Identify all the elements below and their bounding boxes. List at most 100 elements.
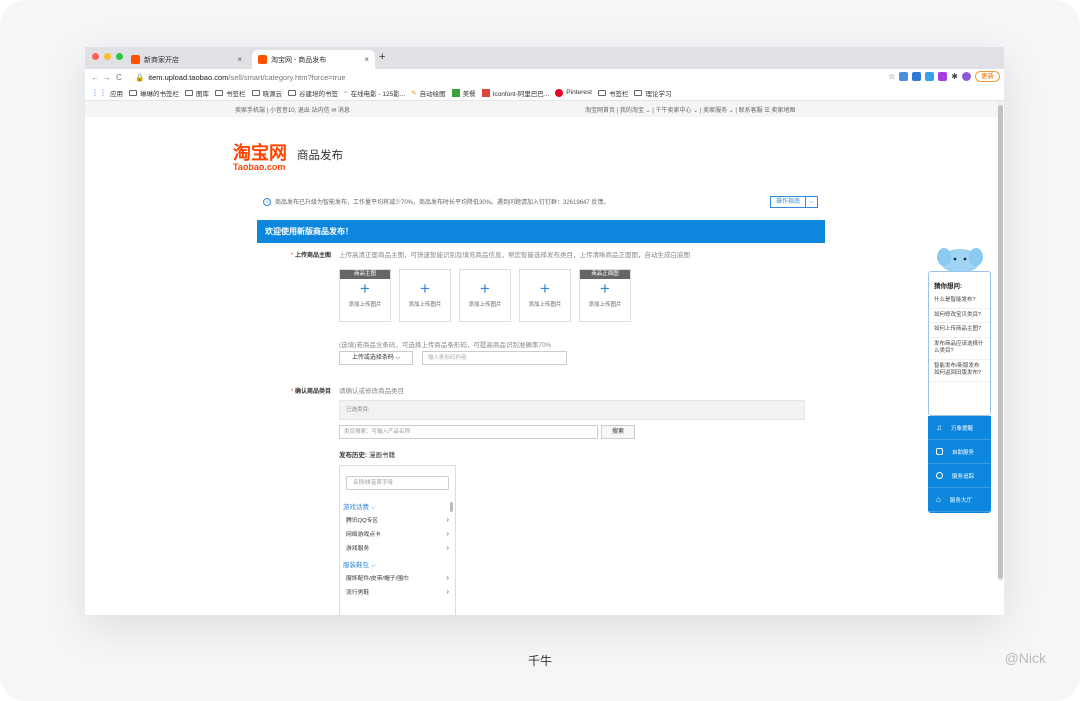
forward-icon[interactable]: → bbox=[101, 73, 113, 82]
bookmark-item[interactable]: 美餐 bbox=[451, 88, 476, 98]
chevron-down-icon[interactable]: ⌵ bbox=[805, 197, 817, 207]
bookmark-item[interactable]: 谷建培的书签 bbox=[288, 88, 338, 98]
star-icon[interactable]: ☆ bbox=[888, 72, 895, 81]
chevron-right-icon: › bbox=[446, 543, 449, 552]
bookmark-item[interactable]: 理论学习 bbox=[634, 88, 671, 98]
puzzle-icon[interactable]: ✱ bbox=[951, 72, 958, 81]
extension-icon[interactable] bbox=[938, 72, 948, 81]
web-page: 卖家手机端 | 小音音10, 退出 站内信 ✉ 消息 淘宝网首页 | 我的淘宝 … bbox=[85, 101, 1004, 615]
topbar-left[interactable]: 卖家手机端 | 小音音10, 退出 站内信 ✉ 消息 bbox=[235, 105, 350, 114]
bookmark-item[interactable]: 图库 bbox=[185, 88, 209, 98]
category-group[interactable]: 游戏话费 ⌵ bbox=[340, 496, 455, 512]
scrollbar-thumb[interactable] bbox=[998, 105, 1003, 579]
topbar-right[interactable]: 淘宝网首页 | 我的淘宝 ⌄ | 千牛卖家中心 ⌄ | 卖家服务 ⌄ | 联系客… bbox=[585, 105, 795, 114]
close-icon[interactable]: × bbox=[237, 55, 242, 64]
extension-icons: ☆ ✱ 更新 bbox=[888, 71, 1000, 82]
plus-icon: + bbox=[480, 279, 490, 298]
list-item[interactable]: 网络游戏点卡 › bbox=[340, 526, 455, 540]
service-menu: ♫ 万象提醒 自助服务 服务追踪 ⌂ 服务大厅 bbox=[928, 416, 991, 513]
page-scrollbar[interactable] bbox=[998, 101, 1003, 581]
main-image-hint: 上传高清正面商品主图，可快速智能识别及填充商品信息，帮您智能选择发布类目，上传清… bbox=[339, 252, 690, 259]
browser-window: 新商家开店 × 淘宝网 - 商品发布 × + ← → C 🔒 item.uploa… bbox=[85, 47, 1004, 615]
upload-box[interactable]: + 添加上传图片 bbox=[459, 269, 511, 322]
extension-icon[interactable] bbox=[912, 72, 922, 81]
service-hall-button[interactable]: ⌂ 服务大厅 bbox=[928, 488, 991, 512]
faq-item[interactable]: 发布商品应该选择什么类目? bbox=[929, 338, 990, 360]
panel-scrollbar[interactable] bbox=[450, 502, 453, 512]
back-icon[interactable]: ← bbox=[89, 73, 101, 82]
plus-icon: + bbox=[540, 279, 550, 298]
maximize-window-button[interactable] bbox=[116, 53, 123, 60]
chevron-right-icon: › bbox=[446, 515, 449, 524]
guide-button[interactable]: 操作指南 ⌵ bbox=[770, 196, 818, 208]
extension-icon[interactable] bbox=[899, 72, 909, 81]
service-reminder-button[interactable]: ♫ 万象提醒 bbox=[928, 416, 991, 440]
author-credit: @Nick bbox=[1004, 650, 1046, 666]
list-item[interactable]: 游戏服务 › bbox=[340, 540, 455, 554]
category-label: * 确认商品类目 bbox=[291, 389, 332, 395]
caption: 千牛 bbox=[527, 654, 552, 668]
upload-grid: 商品主图 + 添加上传图片 + 添加上传图片 + 添加上传图片 + 添加上传图片 bbox=[339, 269, 631, 322]
new-tab-button[interactable]: + bbox=[379, 51, 385, 63]
faq-item[interactable]: 什么是智能发布? bbox=[929, 294, 990, 309]
category-filter-input[interactable]: 名称/拼音首字母 bbox=[346, 476, 449, 490]
apps-grid-icon: ⋮⋮ bbox=[91, 88, 107, 97]
faq-item[interactable]: 如何修改宝贝类目? bbox=[929, 309, 990, 323]
url-field[interactable]: 🔒 item.upload.taobao.com/sell/smart/categ… bbox=[135, 73, 346, 82]
bookmark-apps[interactable]: ⋮⋮ 应用 bbox=[91, 88, 123, 98]
taobao-favicon-icon bbox=[258, 55, 267, 64]
faq-item[interactable]: 智能发布/新版发布如何返回旧版发布? bbox=[929, 360, 990, 382]
upload-box-front[interactable]: 商品正面图 + 添加上传图片 bbox=[579, 269, 631, 322]
folder-icon bbox=[215, 89, 223, 96]
tab-label: 淘宝网 - 商品发布 bbox=[271, 56, 327, 64]
upload-tag: 商品主图 bbox=[340, 270, 390, 279]
reload-icon[interactable]: C bbox=[113, 73, 125, 82]
taobao-logo[interactable]: 淘宝网 Taobao.com bbox=[233, 139, 287, 172]
bookmark-item[interactable]: Pinterest bbox=[555, 88, 592, 97]
self-service-button[interactable]: 自助服务 bbox=[928, 440, 991, 464]
close-icon[interactable]: × bbox=[364, 55, 369, 64]
list-item[interactable]: 服饰配件/皮带/帽子/围巾 › bbox=[340, 570, 455, 584]
welcome-banner: 欢迎使用新版商品发布！ bbox=[257, 220, 825, 243]
main-image-label: * 上传商品主图 bbox=[291, 253, 332, 259]
faq-title: 猜你想问: bbox=[934, 283, 963, 290]
avatar[interactable] bbox=[962, 72, 971, 81]
history-value[interactable]: 漫画书籍 bbox=[369, 452, 395, 459]
bookmark-item[interactable]: 晓源云 bbox=[251, 88, 282, 98]
faq-item[interactable]: 如何上传商品主图? bbox=[929, 323, 990, 338]
extension-icon[interactable] bbox=[925, 72, 935, 81]
logo-en: Taobao.com bbox=[233, 162, 286, 172]
tab-product-publish[interactable]: 淘宝网 - 商品发布 × bbox=[252, 50, 375, 69]
pencil-icon: ✎ bbox=[411, 89, 417, 97]
upload-box-main[interactable]: 商品主图 + 添加上传图片 bbox=[339, 269, 391, 322]
list-item[interactable]: 流行男鞋 › bbox=[340, 584, 455, 598]
bookmark-item[interactable]: 琳琳的书签栏 bbox=[129, 88, 179, 98]
update-button[interactable]: 更新 bbox=[975, 71, 1000, 82]
selected-category-bar: 已选类目: bbox=[339, 400, 805, 420]
category-search-input[interactable]: 类目搜索：可输入产品名称 bbox=[339, 425, 598, 439]
tab-new-merchant[interactable]: 新商家开店 × bbox=[125, 50, 248, 69]
folder-icon bbox=[288, 89, 296, 96]
list-item[interactable]: 腾讯QQ专区 › bbox=[340, 512, 455, 526]
barcode-select-button[interactable]: 上传或选择条码 ⌵ bbox=[339, 351, 413, 365]
bookmark-item[interactable]: 书签栏 bbox=[597, 88, 628, 98]
history-label: 发布历史: bbox=[339, 452, 368, 459]
bookmark-item[interactable]: Iconfont-阿里巴巴... bbox=[481, 88, 549, 98]
upload-box[interactable]: + 添加上传图片 bbox=[519, 269, 571, 322]
minimize-window-button[interactable] bbox=[104, 53, 111, 60]
upload-label: 添加上传图片 bbox=[468, 302, 502, 308]
bookmark-item[interactable]: 书签栏 bbox=[215, 88, 246, 98]
bookmark-item[interactable]: ≈ 在线电影 - 125影... bbox=[344, 88, 405, 98]
window-controls bbox=[92, 53, 123, 60]
bookmark-item[interactable]: ✎ 自动绘图 bbox=[411, 88, 445, 98]
lock-icon: 🔒 bbox=[135, 72, 145, 82]
plus-icon: + bbox=[600, 279, 610, 298]
search-button[interactable]: 搜索 bbox=[601, 425, 635, 439]
tab-label: 新商家开店 bbox=[144, 56, 179, 64]
upload-box[interactable]: + 添加上传图片 bbox=[399, 269, 451, 322]
close-window-button[interactable] bbox=[92, 53, 99, 60]
barcode-input[interactable]: 输入条形码内容 bbox=[422, 351, 567, 365]
upload-label: 添加上传图片 bbox=[588, 302, 622, 308]
service-tracking-button[interactable]: 服务追踪 bbox=[928, 464, 991, 488]
category-group[interactable]: 服装鞋包 ⌵ bbox=[340, 554, 455, 570]
